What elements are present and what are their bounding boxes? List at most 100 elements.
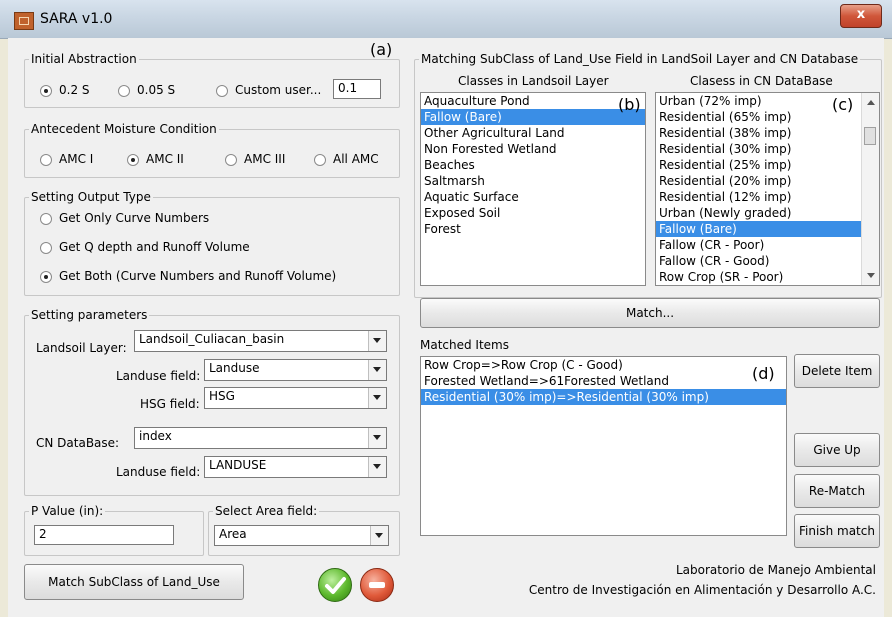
landsoil-class-item[interactable]: Other Agricultural Land bbox=[421, 125, 645, 141]
radio-amc-iii-label: AMC III bbox=[244, 152, 286, 166]
landsoil-class-item[interactable]: Fallow (Bare) bbox=[421, 109, 645, 125]
radio-amc-i-label: AMC I bbox=[59, 152, 94, 166]
chevron-down-icon[interactable] bbox=[368, 457, 386, 477]
ok-button[interactable] bbox=[318, 568, 352, 602]
radio-q-depth-runoff[interactable] bbox=[40, 242, 52, 254]
give-up-button[interactable]: Give Up bbox=[794, 433, 880, 467]
radio-get-both-label: Get Both (Curve Numbers and Runoff Volum… bbox=[59, 269, 337, 283]
parameters-legend: Setting parameters bbox=[31, 308, 148, 322]
output-type-legend: Setting Output Type bbox=[31, 190, 151, 204]
radio-custom-user-label: Custom user... bbox=[235, 83, 322, 97]
app-icon bbox=[14, 12, 34, 30]
scroll-down-icon[interactable] bbox=[867, 273, 875, 278]
landsoil-classes-list[interactable]: Aquaculture Pond Fallow (Bare) Other Agric… bbox=[420, 92, 646, 286]
initial-abstraction-legend: Initial Abstraction bbox=[31, 52, 137, 66]
cn-class-item[interactable]: Residential (12% imp) bbox=[656, 189, 861, 205]
title-bar[interactable]: SARA v1.0 x bbox=[0, 0, 892, 39]
landsoil-class-item[interactable]: Forest bbox=[421, 221, 645, 237]
scroll-thumb[interactable] bbox=[864, 127, 876, 145]
landuse-field-select[interactable]: Landuse bbox=[204, 359, 387, 381]
minus-icon bbox=[369, 582, 385, 588]
matched-items-label: Matched Items bbox=[420, 338, 509, 352]
landsoil-class-item[interactable]: Aquatic Surface bbox=[421, 189, 645, 205]
matching-legend: Matching SubClass of Land_Use Field in L… bbox=[421, 52, 859, 66]
chevron-down-icon[interactable] bbox=[368, 360, 386, 380]
radio-0-2s-label: 0.2 S bbox=[59, 83, 90, 97]
radio-only-curve-numbers[interactable] bbox=[40, 213, 52, 225]
cn-class-item[interactable]: Residential (65% imp) bbox=[656, 109, 861, 125]
chevron-down-icon[interactable] bbox=[368, 428, 386, 448]
cn-database-select[interactable]: index bbox=[134, 427, 387, 449]
landuse-field-value: Landuse bbox=[209, 361, 260, 375]
cn-class-item[interactable]: Fallow (Bare) bbox=[656, 221, 861, 237]
sara-window: SARA v1.0 x (a) Initial Abstraction 0.2 … bbox=[0, 0, 892, 617]
right-list-header: Clasess in CN DataBase bbox=[690, 74, 833, 88]
radio-amc-i[interactable] bbox=[40, 154, 52, 166]
match-subclass-button[interactable]: Match SubClass of Land_Use bbox=[24, 564, 244, 600]
cn-class-item[interactable]: Residential (25% imp) bbox=[656, 157, 861, 173]
landsoil-class-item[interactable]: Non Forested Wetland bbox=[421, 141, 645, 157]
credits-line-2: Centro de Investigación en Alimentación … bbox=[528, 583, 876, 597]
radio-custom-user[interactable] bbox=[216, 85, 228, 97]
amc-group: Antecedent Moisture Condition bbox=[24, 122, 400, 178]
label-d: (d) bbox=[752, 364, 775, 383]
hsg-field-select[interactable]: HSG bbox=[204, 387, 387, 409]
cn-database-value: index bbox=[139, 429, 172, 443]
re-match-button[interactable]: Re-Match bbox=[794, 474, 880, 508]
radio-all-amc-label: All AMC bbox=[333, 152, 379, 166]
finish-match-button[interactable]: Finish match bbox=[794, 514, 880, 548]
area-field-value: Area bbox=[219, 527, 247, 541]
cn-landuse-field-value: LANDUSE bbox=[209, 458, 267, 472]
cn-classes-list[interactable]: Urban (72% imp) Residential (65% imp) Resi… bbox=[655, 92, 880, 286]
cn-class-item[interactable]: Residential (38% imp) bbox=[656, 125, 861, 141]
chevron-down-icon[interactable] bbox=[368, 388, 386, 408]
check-icon bbox=[325, 577, 346, 594]
landsoil-class-item[interactable]: Aquaculture Pond bbox=[421, 93, 645, 109]
credits-line-1: Laboratorio de Manejo Ambiental bbox=[676, 563, 876, 577]
match-button[interactable]: Match... bbox=[420, 298, 880, 328]
matched-item[interactable]: Row Crop=>Row Crop (C - Good) bbox=[421, 357, 786, 373]
amc-legend: Antecedent Moisture Condition bbox=[31, 122, 217, 136]
chevron-down-icon[interactable] bbox=[368, 331, 386, 351]
area-field-select[interactable]: Area bbox=[214, 525, 389, 546]
p-value-input[interactable]: 2 bbox=[34, 525, 174, 545]
radio-amc-iii[interactable] bbox=[225, 154, 237, 166]
landsoil-class-item[interactable]: Beaches bbox=[421, 157, 645, 173]
matched-items-list[interactable]: Row Crop=>Row Crop (C - Good) Forested We… bbox=[420, 356, 787, 536]
cn-list-scrollbar[interactable] bbox=[861, 93, 879, 285]
radio-get-both[interactable] bbox=[40, 271, 52, 283]
landsoil-class-item[interactable]: Saltmarsh bbox=[421, 173, 645, 189]
radio-0-05s[interactable] bbox=[118, 85, 130, 97]
radio-0-2s[interactable] bbox=[40, 85, 52, 97]
cancel-button[interactable] bbox=[360, 568, 394, 602]
landsoil-class-item[interactable]: Exposed Soil bbox=[421, 205, 645, 221]
scroll-up-icon[interactable] bbox=[867, 100, 875, 105]
custom-value-input[interactable]: 0.1 bbox=[333, 79, 381, 99]
hsg-field-value: HSG bbox=[209, 389, 235, 403]
cn-class-item[interactable]: Residential (30% imp) bbox=[656, 141, 861, 157]
cn-class-item[interactable]: Fallow (CR - Good) bbox=[656, 253, 861, 269]
cn-class-item[interactable]: Urban (72% imp) bbox=[656, 93, 861, 109]
left-list-header: Classes in Landsoil Layer bbox=[458, 74, 609, 88]
p-value-legend: P Value (in): bbox=[31, 504, 104, 518]
radio-0-05s-label: 0.05 S bbox=[137, 83, 176, 97]
matched-item[interactable]: Residential (30% imp)=>Residential (30% … bbox=[421, 389, 786, 405]
label-c: (c) bbox=[832, 95, 854, 114]
radio-all-amc[interactable] bbox=[314, 154, 326, 166]
cn-class-item[interactable]: Row Crop (SR - Poor) bbox=[656, 269, 861, 285]
cn-class-item[interactable]: Fallow (CR - Poor) bbox=[656, 237, 861, 253]
close-button[interactable]: x bbox=[840, 4, 882, 28]
landuse-field-label: Landuse field: bbox=[116, 369, 201, 383]
area-field-legend: Select Area field: bbox=[215, 504, 318, 518]
cn-class-item[interactable]: Residential (20% imp) bbox=[656, 173, 861, 189]
landsoil-layer-label: Landsoil Layer: bbox=[36, 341, 127, 355]
landsoil-layer-select[interactable]: Landsoil_Culiacan_basin bbox=[134, 330, 387, 352]
matched-item[interactable]: Forested Wetland=>61Forested Wetland bbox=[421, 373, 786, 389]
delete-item-button[interactable]: Delete Item bbox=[794, 354, 880, 388]
cn-landuse-field-select[interactable]: LANDUSE bbox=[204, 456, 387, 478]
hsg-field-label: HSG field: bbox=[140, 397, 200, 411]
radio-amc-ii[interactable] bbox=[127, 154, 139, 166]
radio-only-curve-numbers-label: Get Only Curve Numbers bbox=[59, 211, 210, 225]
chevron-down-icon[interactable] bbox=[370, 526, 388, 545]
cn-class-item[interactable]: Urban (Newly graded) bbox=[656, 205, 861, 221]
